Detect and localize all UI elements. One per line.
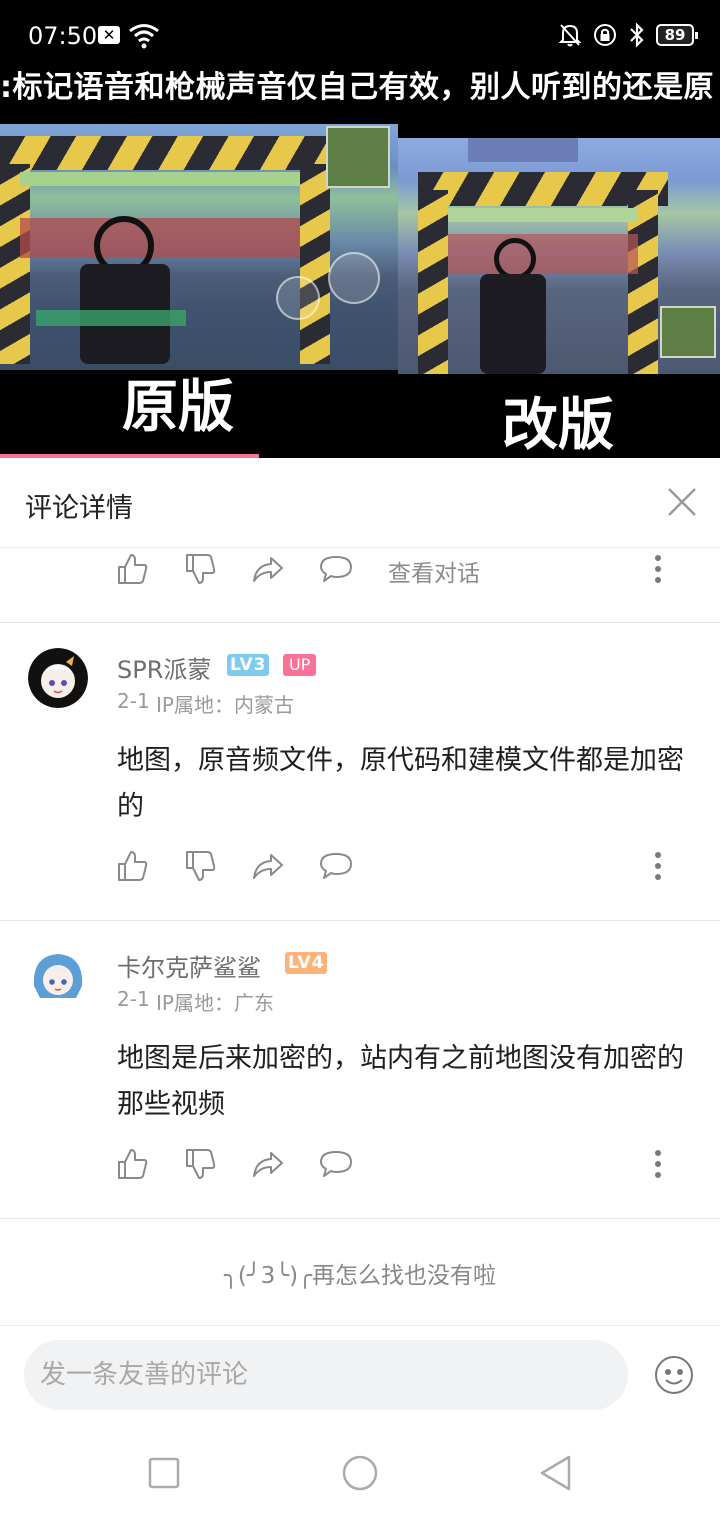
- comment-text: 地图，原音频文件，原代码和建模文件都是加密的: [117, 745, 684, 822]
- level-badge: LV3: [227, 654, 270, 676]
- share-icon[interactable]: [251, 1147, 285, 1181]
- comment-text: 地图是后来加密的，站内有之前地图没有加密的那些视频: [117, 1043, 684, 1120]
- dislike-icon[interactable]: [183, 552, 217, 586]
- status-time: 07:50: [28, 22, 98, 50]
- comment-input[interactable]: [24, 1340, 628, 1410]
- more-options-icon[interactable]: [654, 1149, 662, 1179]
- close-icon[interactable]: [666, 486, 698, 518]
- comment-username[interactable]: 卡尔克萨鲨鲨: [117, 948, 261, 983]
- comment-actions: [0, 845, 720, 889]
- home-icon[interactable]: [341, 1454, 379, 1492]
- divider: [0, 1218, 720, 1219]
- end-of-list-note: ╮(╯3╰)╭再怎么找也没有啦: [224, 1263, 496, 1289]
- video-player[interactable]: 07:50 ✕ 89 :标记语音和枪械声音仅自己有效，别人听到的还是原 原版 改…: [0, 0, 720, 458]
- root-comment-actions: 查看对话: [0, 548, 720, 592]
- recent-apps-icon[interactable]: [145, 1454, 183, 1492]
- original-version-frame: [0, 124, 398, 370]
- divider: [0, 622, 720, 623]
- bluetooth-icon: [630, 22, 644, 48]
- emoji-icon[interactable]: [654, 1355, 694, 1395]
- dislike-icon[interactable]: [183, 1147, 217, 1181]
- like-icon[interactable]: [115, 1147, 149, 1181]
- comment-input-bar: [0, 1325, 720, 1425]
- avatar[interactable]: [28, 946, 88, 1006]
- comment-date: 2-1: [117, 987, 150, 1011]
- reply-icon[interactable]: [319, 1147, 353, 1181]
- notification-x-icon: ✕: [98, 26, 120, 44]
- more-options-icon[interactable]: [654, 554, 662, 584]
- video-subtitle: :标记语音和枪械声音仅自己有效，别人听到的还是原: [0, 70, 714, 105]
- modified-version-label: 改版: [502, 393, 614, 458]
- divider: [0, 920, 720, 921]
- modified-version-frame: [398, 138, 720, 374]
- comment-actions: [0, 1143, 720, 1187]
- reply-icon[interactable]: [319, 849, 353, 883]
- comment-ip: IP属地：内蒙古: [156, 693, 294, 717]
- back-icon[interactable]: [537, 1454, 575, 1492]
- mute-bell-icon: [558, 24, 582, 47]
- like-icon[interactable]: [115, 552, 149, 586]
- system-navigation-bar: [0, 1426, 720, 1520]
- comment-ip: IP属地：广东: [156, 991, 274, 1015]
- more-options-icon[interactable]: [654, 851, 662, 881]
- battery-indicator: 89: [656, 24, 698, 46]
- share-icon[interactable]: [251, 849, 285, 883]
- share-icon[interactable]: [251, 552, 285, 586]
- comment-detail-header: 评论详情: [0, 458, 720, 548]
- dislike-icon[interactable]: [183, 849, 217, 883]
- level-badge: LV4: [285, 952, 328, 974]
- rotation-lock-icon: [594, 24, 616, 46]
- comment-date: 2-1: [117, 689, 150, 713]
- original-version-label: 原版: [122, 375, 234, 440]
- avatar[interactable]: [28, 648, 88, 708]
- page-title: 评论详情: [25, 493, 133, 524]
- up-badge: UP: [283, 654, 317, 676]
- wifi-icon: [129, 24, 159, 49]
- like-icon[interactable]: [115, 849, 149, 883]
- view-conversation-link[interactable]: 查看对话: [388, 554, 480, 588]
- reply-icon[interactable]: [319, 552, 353, 586]
- comment-username[interactable]: SPR派蒙: [117, 650, 211, 685]
